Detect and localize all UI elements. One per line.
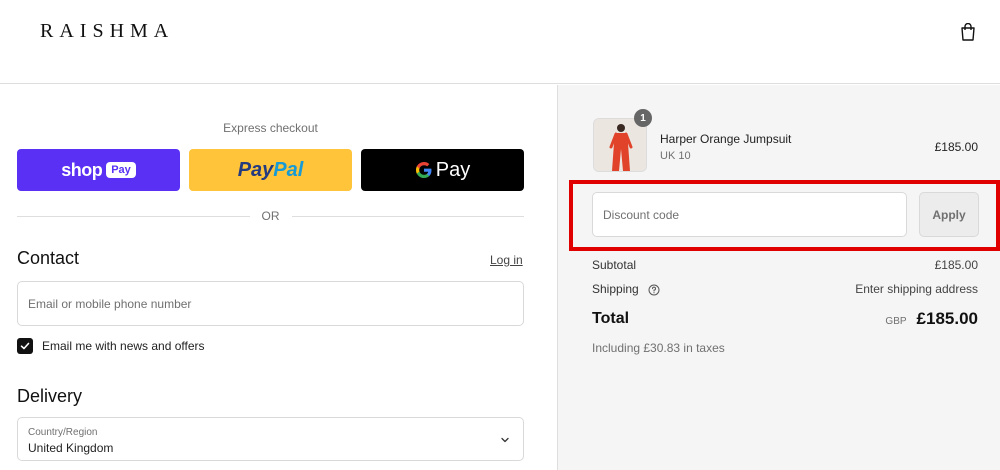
shop-pay-button[interactable]: shop Pay [17,149,180,191]
or-divider: OR [17,209,524,223]
subtotal-value: £185.00 [934,258,978,272]
total-currency: GBP [885,316,907,327]
checkmark-icon [20,342,30,350]
paypal-wordmark-part2: Pal [273,158,304,181]
country-select-value: United Kingdom [28,441,114,455]
email-field-placeholder: Email or mobile phone number [28,296,192,311]
chevron-down-icon [501,437,509,443]
discount-code-placeholder: Discount code [603,207,680,222]
contact-heading: Contact [17,248,80,268]
product-name: Harper Orange Jumpsuit [660,132,792,146]
total-value: GBP £185.00 [885,309,978,329]
newsletter-label: Email me with news and offers [42,339,205,353]
country-select[interactable]: Country/Region United Kingdom [17,417,524,461]
site-header: RAISHMA [0,0,1000,84]
store-logo[interactable]: RAISHMA [40,20,174,43]
shop-pay-wordmark: shop [61,159,103,180]
or-divider-text: OR [261,209,280,223]
jumpsuit-image [594,119,646,171]
google-pay-button[interactable]: Pay [361,149,524,191]
delivery-heading: Delivery [17,386,83,406]
express-checkout-label: Express checkout [223,121,318,135]
checkout-form: Express checkout shop Pay PayPal Pay OR … [0,85,557,470]
newsletter-checkbox[interactable] [17,338,33,354]
google-pay-wordmark: Pay [415,159,470,182]
google-pay-label: Pay [435,158,471,181]
product-variant: UK 10 [660,150,691,162]
newsletter-checkbox-row: Email me with news and offers [17,338,205,354]
help-icon[interactable] [648,284,660,296]
paypal-wordmark: PayPal [238,159,304,182]
cart-button[interactable] [956,20,980,44]
or-divider-line-left [17,215,250,217]
email-field[interactable]: Email or mobile phone number [17,281,524,326]
order-summary: 1 Harper Orange Jumpsuit UK 10 £185.00 D… [557,85,1000,470]
subtotal-label: Subtotal [592,258,637,272]
apply-discount-button[interactable]: Apply [919,192,979,237]
paypal-wordmark-part1: Pay [237,158,274,181]
paypal-button[interactable]: PayPal [189,149,352,191]
shipping-label: Shipping [592,282,639,296]
shopping-bag-icon [961,23,975,41]
question-circle-icon [648,284,660,296]
discount-code-field[interactable]: Discount code [592,192,907,237]
or-divider-line-right [291,215,524,217]
product-price: £185.00 [934,140,978,154]
shop-pay-pill: Pay [106,162,136,178]
taxes-note: Including £30.83 in taxes [592,341,725,355]
country-select-label: Country/Region [28,427,98,438]
quantity-badge: 1 [634,109,652,127]
total-amount: £185.00 [916,309,978,328]
shipping-row-label: Shipping [592,282,660,296]
total-label: Total [592,310,630,327]
google-g-icon [415,162,432,178]
login-link[interactable]: Log in [490,253,523,267]
shipping-value: Enter shipping address [855,282,978,296]
